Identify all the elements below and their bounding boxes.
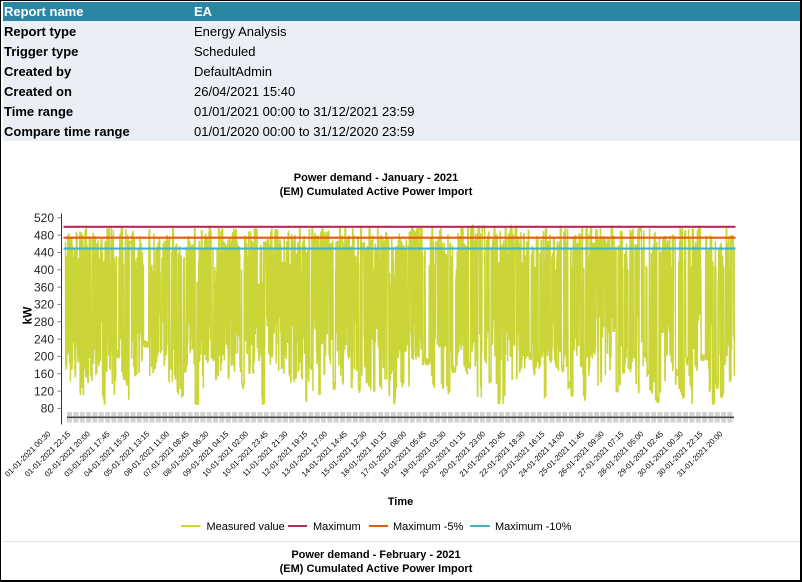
svg-text:Maximum: Maximum xyxy=(313,521,361,533)
svg-text:Maximum -5%: Maximum -5% xyxy=(393,521,464,533)
svg-text:240: 240 xyxy=(34,332,54,346)
svg-text:Power demand - January - 2021: Power demand - January - 2021 xyxy=(294,172,458,184)
svg-text:Maximum -10%: Maximum -10% xyxy=(495,521,572,533)
svg-text:320: 320 xyxy=(34,298,54,312)
svg-text:kW: kW xyxy=(21,306,35,325)
svg-text:200: 200 xyxy=(34,350,54,364)
svg-text:400: 400 xyxy=(34,263,54,277)
svg-text:(EM) Cumulated Active Power Im: (EM) Cumulated Active Power Import xyxy=(280,563,473,575)
svg-text:120: 120 xyxy=(34,384,54,398)
svg-text:440: 440 xyxy=(34,246,54,260)
svg-text:480: 480 xyxy=(34,228,54,242)
svg-text:160: 160 xyxy=(34,367,54,381)
svg-text:80: 80 xyxy=(41,402,55,416)
svg-text:Measured value: Measured value xyxy=(207,521,285,533)
svg-text:(EM) Cumulated Active Power Im: (EM) Cumulated Active Power Import xyxy=(280,186,473,198)
svg-text:Power demand - February - 2021: Power demand - February - 2021 xyxy=(291,549,460,561)
svg-text:520: 520 xyxy=(34,211,54,225)
svg-text:360: 360 xyxy=(34,280,54,294)
svg-text:Time: Time xyxy=(388,496,413,508)
svg-text:280: 280 xyxy=(34,315,54,329)
